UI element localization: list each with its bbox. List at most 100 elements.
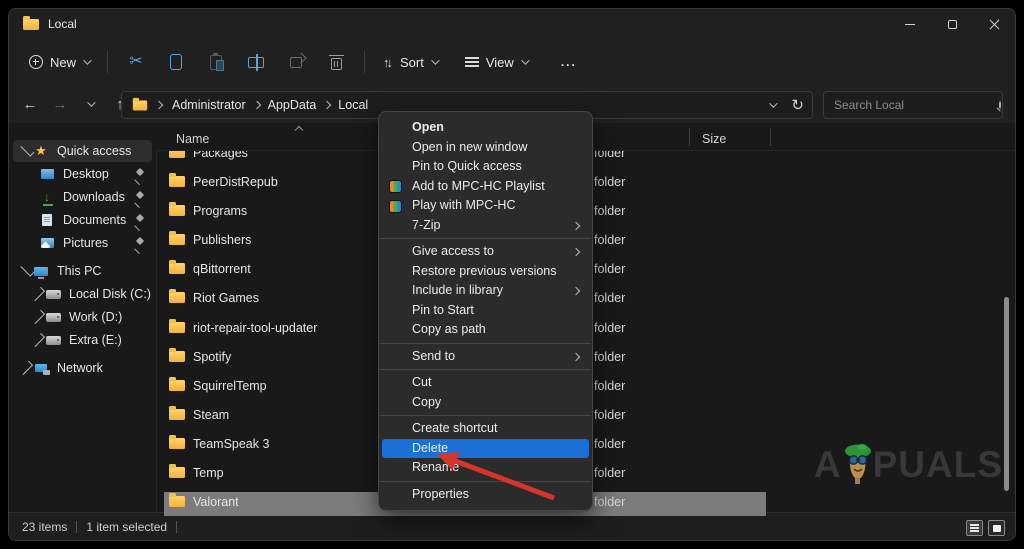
- sort-arrows-icon: ↑↓: [383, 55, 390, 70]
- menu-item-label: Include in library: [412, 283, 503, 297]
- file-name: Publishers: [193, 233, 251, 247]
- sidebar-item-downloads[interactable]: ↓ Downloads: [13, 186, 152, 208]
- sidebar-item-desktop[interactable]: Desktop: [13, 163, 152, 185]
- menu-item-label: Add to MPC-HC Playlist: [412, 179, 545, 193]
- close-button[interactable]: [973, 9, 1015, 39]
- ellipsis-icon: ...: [561, 55, 577, 69]
- sidebar-item-quick-access[interactable]: ★ Quick access: [13, 140, 152, 162]
- column-divider[interactable]: [689, 128, 690, 146]
- sort-button[interactable]: ↑↓ Sort: [373, 45, 447, 79]
- menu-item-label: Restore previous versions: [412, 264, 557, 278]
- menu-item-label: Open: [412, 120, 444, 134]
- menu-item-pin-to-quick-access[interactable]: Pin to Quick access: [379, 157, 592, 177]
- chevron-down-icon[interactable]: [20, 263, 34, 277]
- paste-button[interactable]: [196, 45, 236, 79]
- toolbar-divider: [364, 51, 365, 73]
- menu-item-play-with-mpc[interactable]: Play with MPC-HC: [379, 196, 592, 216]
- breadcrumb-appdata[interactable]: AppData: [262, 98, 323, 112]
- sidebar-item-network[interactable]: Network: [13, 357, 152, 379]
- see-more-button[interactable]: ...: [551, 45, 587, 79]
- file-type: folder: [594, 466, 625, 480]
- chevron-right-icon[interactable]: [19, 361, 33, 375]
- copy-button[interactable]: [156, 45, 196, 79]
- share-button[interactable]: [276, 45, 316, 79]
- sidebar-item-work-d[interactable]: Work (D:): [13, 306, 152, 328]
- search-input[interactable]: [824, 98, 999, 112]
- file-type: folder: [594, 291, 625, 305]
- file-name: Programs: [193, 204, 247, 218]
- refresh-icon[interactable]: ↻: [791, 96, 804, 114]
- file-name: Valorant: [193, 495, 239, 509]
- menu-item-open-in-new-window[interactable]: Open in new window: [379, 138, 592, 158]
- menu-item-copy-as-path[interactable]: Copy as path: [379, 320, 592, 340]
- chevron-right-icon[interactable]: [31, 287, 45, 301]
- menu-item-give-access-to[interactable]: Give access to: [379, 242, 592, 262]
- chevron-right-icon[interactable]: [31, 310, 45, 324]
- delete-button[interactable]: [316, 45, 356, 79]
- breadcrumb-administrator[interactable]: Administrator: [166, 98, 252, 112]
- menu-item-copy[interactable]: Copy: [379, 393, 592, 413]
- mpc-hc-icon: [389, 200, 402, 213]
- maximize-button[interactable]: [931, 9, 973, 39]
- menu-item-open[interactable]: Open: [379, 118, 592, 138]
- new-button[interactable]: New: [19, 45, 99, 79]
- column-header-name[interactable]: Name: [176, 132, 209, 146]
- menu-item-restore-previous-versions[interactable]: Restore previous versions: [379, 262, 592, 282]
- search-icon[interactable]: [999, 101, 1001, 109]
- menu-item-delete[interactable]: Delete: [382, 439, 589, 459]
- menu-item-include-in-library[interactable]: Include in library: [379, 281, 592, 301]
- sidebar-item-label: This PC: [57, 264, 101, 278]
- file-type: folder: [594, 262, 625, 276]
- menu-item-cut[interactable]: Cut: [379, 373, 592, 393]
- sort-button-label: Sort: [400, 55, 424, 70]
- mpc-hc-icon: [389, 180, 402, 193]
- view-button[interactable]: View: [455, 45, 537, 79]
- list-lines-icon: [970, 527, 979, 529]
- back-button[interactable]: ←: [15, 90, 45, 118]
- chevron-right-icon: [323, 101, 331, 109]
- download-arrow-icon: ↓: [44, 191, 50, 203]
- column-divider[interactable]: [770, 128, 771, 146]
- trash-icon: [331, 58, 342, 70]
- menu-item-label: Copy as path: [412, 322, 486, 336]
- star-icon: ★: [35, 143, 47, 159]
- cut-button[interactable]: ✂: [116, 45, 156, 79]
- sidebar-item-label: Quick access: [57, 144, 131, 158]
- chevron-right-icon[interactable]: [31, 333, 45, 347]
- monitor-icon: [34, 267, 48, 276]
- menu-item-properties[interactable]: Properties: [379, 485, 592, 505]
- file-name: Spotify: [193, 350, 231, 364]
- address-dropdown-icon[interactable]: [770, 99, 778, 107]
- menu-item-rename[interactable]: Rename: [379, 458, 592, 478]
- menu-item-pin-to-start[interactable]: Pin to Start: [379, 301, 592, 321]
- menu-item-send-to[interactable]: Send to: [379, 347, 592, 367]
- drive-icon: [46, 336, 61, 345]
- column-header-size[interactable]: Size: [702, 132, 726, 146]
- scissors-icon: ✂: [129, 54, 142, 70]
- forward-button[interactable]: →: [45, 90, 75, 118]
- minimize-button[interactable]: [889, 9, 931, 39]
- sidebar-item-label: Downloads: [63, 190, 125, 204]
- thumbnail-view-button[interactable]: [988, 520, 1005, 536]
- sidebar-item-this-pc[interactable]: This PC: [13, 260, 152, 282]
- rename-button[interactable]: [236, 45, 276, 79]
- sidebar-item-local-disk-c[interactable]: Local Disk (C:): [13, 283, 152, 305]
- chevron-down-icon: [83, 56, 91, 64]
- menu-item-add-to-mpc-playlist[interactable]: Add to MPC-HC Playlist: [379, 177, 592, 197]
- sidebar-item-extra-e[interactable]: Extra (E:): [13, 329, 152, 351]
- details-view-button[interactable]: [966, 520, 983, 536]
- watermark-text: PUALS: [873, 444, 1003, 486]
- menu-item-7zip[interactable]: 7-Zip: [379, 216, 592, 236]
- folder-icon: [169, 176, 185, 187]
- vertical-scrollbar[interactable]: [1004, 297, 1009, 491]
- share-icon: [290, 57, 302, 68]
- menu-item-label: Give access to: [412, 244, 494, 258]
- sidebar-item-documents[interactable]: Documents: [13, 209, 152, 231]
- sidebar-item-label: Documents: [63, 213, 126, 227]
- close-icon: [989, 19, 1000, 30]
- recent-locations-button[interactable]: [75, 90, 105, 118]
- breadcrumb-local[interactable]: Local: [332, 98, 374, 112]
- menu-item-create-shortcut[interactable]: Create shortcut: [379, 419, 592, 439]
- sidebar-item-pictures[interactable]: Pictures: [13, 232, 152, 254]
- menu-item-label: Pin to Start: [412, 303, 474, 317]
